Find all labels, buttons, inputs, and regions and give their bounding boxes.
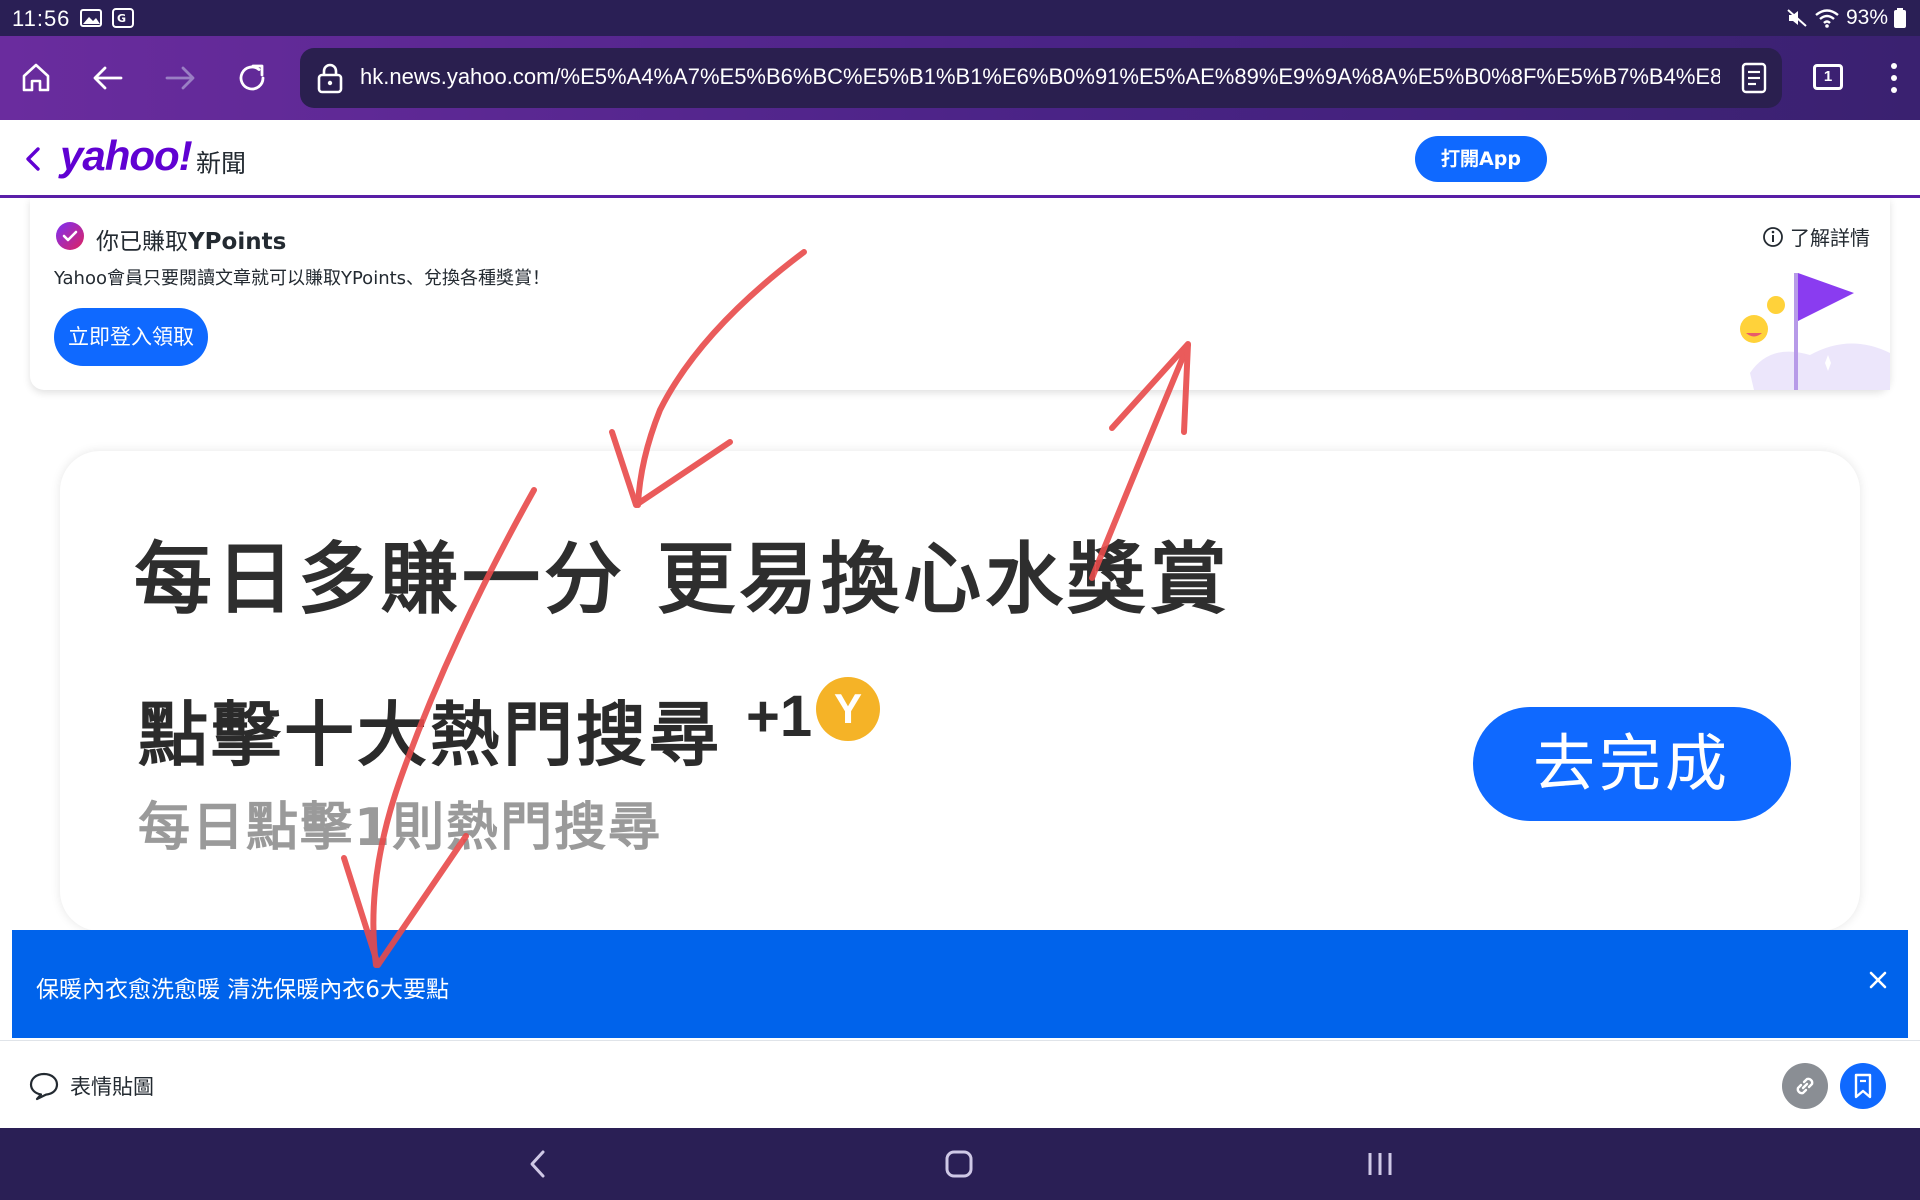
- task-card: 每日多賺一分 更易換心水獎賞 點擊十大熱門搜尋 +1 Y 每日點擊1則熱門搜尋 …: [60, 451, 1860, 931]
- task-subtext: 每日點擊1則熱門搜尋: [138, 798, 663, 858]
- task-headline: 每日多賺一分 更易換心水獎賞: [134, 535, 1232, 625]
- flag-illustration: [1740, 273, 1890, 390]
- arrow-left-icon: [93, 66, 123, 90]
- emoji-stickers-button[interactable]: 表情貼圖: [28, 1071, 154, 1101]
- close-icon[interactable]: [1862, 964, 1894, 996]
- wifi-icon: [1815, 9, 1839, 28]
- browser-toolbar: hk.news.yahoo.com/%E5%A4%A7%E5%B6%BC%E5%…: [0, 36, 1920, 120]
- tab-switcher-button[interactable]: 1: [1813, 64, 1843, 90]
- nav-back-button[interactable]: [516, 1144, 560, 1184]
- go-complete-button[interactable]: 去完成: [1473, 707, 1791, 821]
- ypoints-title-bold: YPoints: [188, 229, 287, 255]
- more-info-link[interactable]: 了解詳情: [1762, 222, 1870, 251]
- info-icon: [1763, 226, 1783, 247]
- home-button[interactable]: [14, 56, 58, 100]
- system-nav-bar: [0, 1128, 1920, 1200]
- ypoints-card: 你已賺取YPoints Yahoo會員只要閱讀文章就可以賺取YPoints、兌換…: [30, 198, 1890, 390]
- open-app-button[interactable]: 打開App: [1415, 136, 1547, 182]
- arrow-right-icon: [165, 66, 195, 90]
- mute-icon: [1787, 9, 1807, 27]
- speech-bubble-icon: [29, 1072, 59, 1101]
- nav-home-icon: [945, 1150, 973, 1178]
- battery-percent: 93%: [1845, 6, 1888, 29]
- emoji-stickers-label: 表情貼圖: [70, 1075, 154, 1099]
- nav-home-button[interactable]: [937, 1144, 981, 1184]
- svg-text:G: G: [117, 12, 126, 25]
- address-bar[interactable]: hk.news.yahoo.com/%E5%A4%A7%E5%B6%BC%E5%…: [300, 48, 1782, 108]
- forward-button[interactable]: [158, 56, 202, 100]
- news-banner: 保暖內衣愈洗愈暖 清洗保暖內衣6大要點: [12, 930, 1908, 1038]
- bookmark-button[interactable]: [1840, 1063, 1886, 1109]
- banner-headline-link[interactable]: 保暖內衣愈洗愈暖 清洗保暖內衣6大要點: [36, 970, 449, 1004]
- url-text: hk.news.yahoo.com/%E5%A4%A7%E5%B6%BC%E5%…: [360, 64, 1720, 89]
- ypoints-title: 你已賺取YPoints: [96, 222, 286, 256]
- reload-icon: [239, 64, 265, 91]
- ypoints-description: Yahoo會員只要閱讀文章就可以賺取YPoints、兌換各種獎賞！: [54, 268, 551, 289]
- back-chevron-icon[interactable]: [18, 142, 48, 176]
- article-action-bar: 表情貼圖: [0, 1040, 1920, 1128]
- back-button[interactable]: [86, 56, 130, 100]
- menu-button[interactable]: [1872, 56, 1916, 100]
- ypoints-title-prefix: 你已賺取: [96, 229, 188, 255]
- reader-mode-icon[interactable]: [1740, 62, 1768, 94]
- yahoo-logo[interactable]: yahoo!: [60, 132, 193, 180]
- status-time: 11:56: [12, 6, 71, 31]
- section-title: 新聞: [196, 149, 247, 178]
- status-bar: 11:56 G 93%: [0, 0, 1920, 36]
- task-points: +1: [746, 684, 813, 749]
- copy-link-button[interactable]: [1782, 1063, 1828, 1109]
- more-vert-icon: [1891, 63, 1897, 93]
- home-icon: [22, 63, 50, 92]
- link-icon: [1796, 1077, 1814, 1095]
- status-right: 93%: [1786, 6, 1906, 30]
- nav-recents-button[interactable]: [1358, 1144, 1402, 1184]
- ypoint-coin-icon: Y: [816, 677, 880, 741]
- nav-recents-icon: [1368, 1153, 1392, 1175]
- reload-button[interactable]: [230, 56, 274, 100]
- task-title: 點擊十大熱門搜尋: [138, 694, 722, 776]
- login-claim-button[interactable]: 立即登入領取: [54, 308, 208, 366]
- gallery-icon: [80, 9, 102, 27]
- translate-icon: G: [112, 8, 134, 28]
- check-badge-icon: [56, 222, 84, 250]
- yahoo-header: yahoo! 新聞 打開App: [0, 120, 1920, 198]
- battery-icon: [1894, 8, 1906, 28]
- bookmark-icon: [1854, 1073, 1872, 1099]
- nav-back-icon: [530, 1150, 545, 1178]
- more-info-label: 了解詳情: [1790, 226, 1870, 250]
- lock-icon: [317, 63, 343, 94]
